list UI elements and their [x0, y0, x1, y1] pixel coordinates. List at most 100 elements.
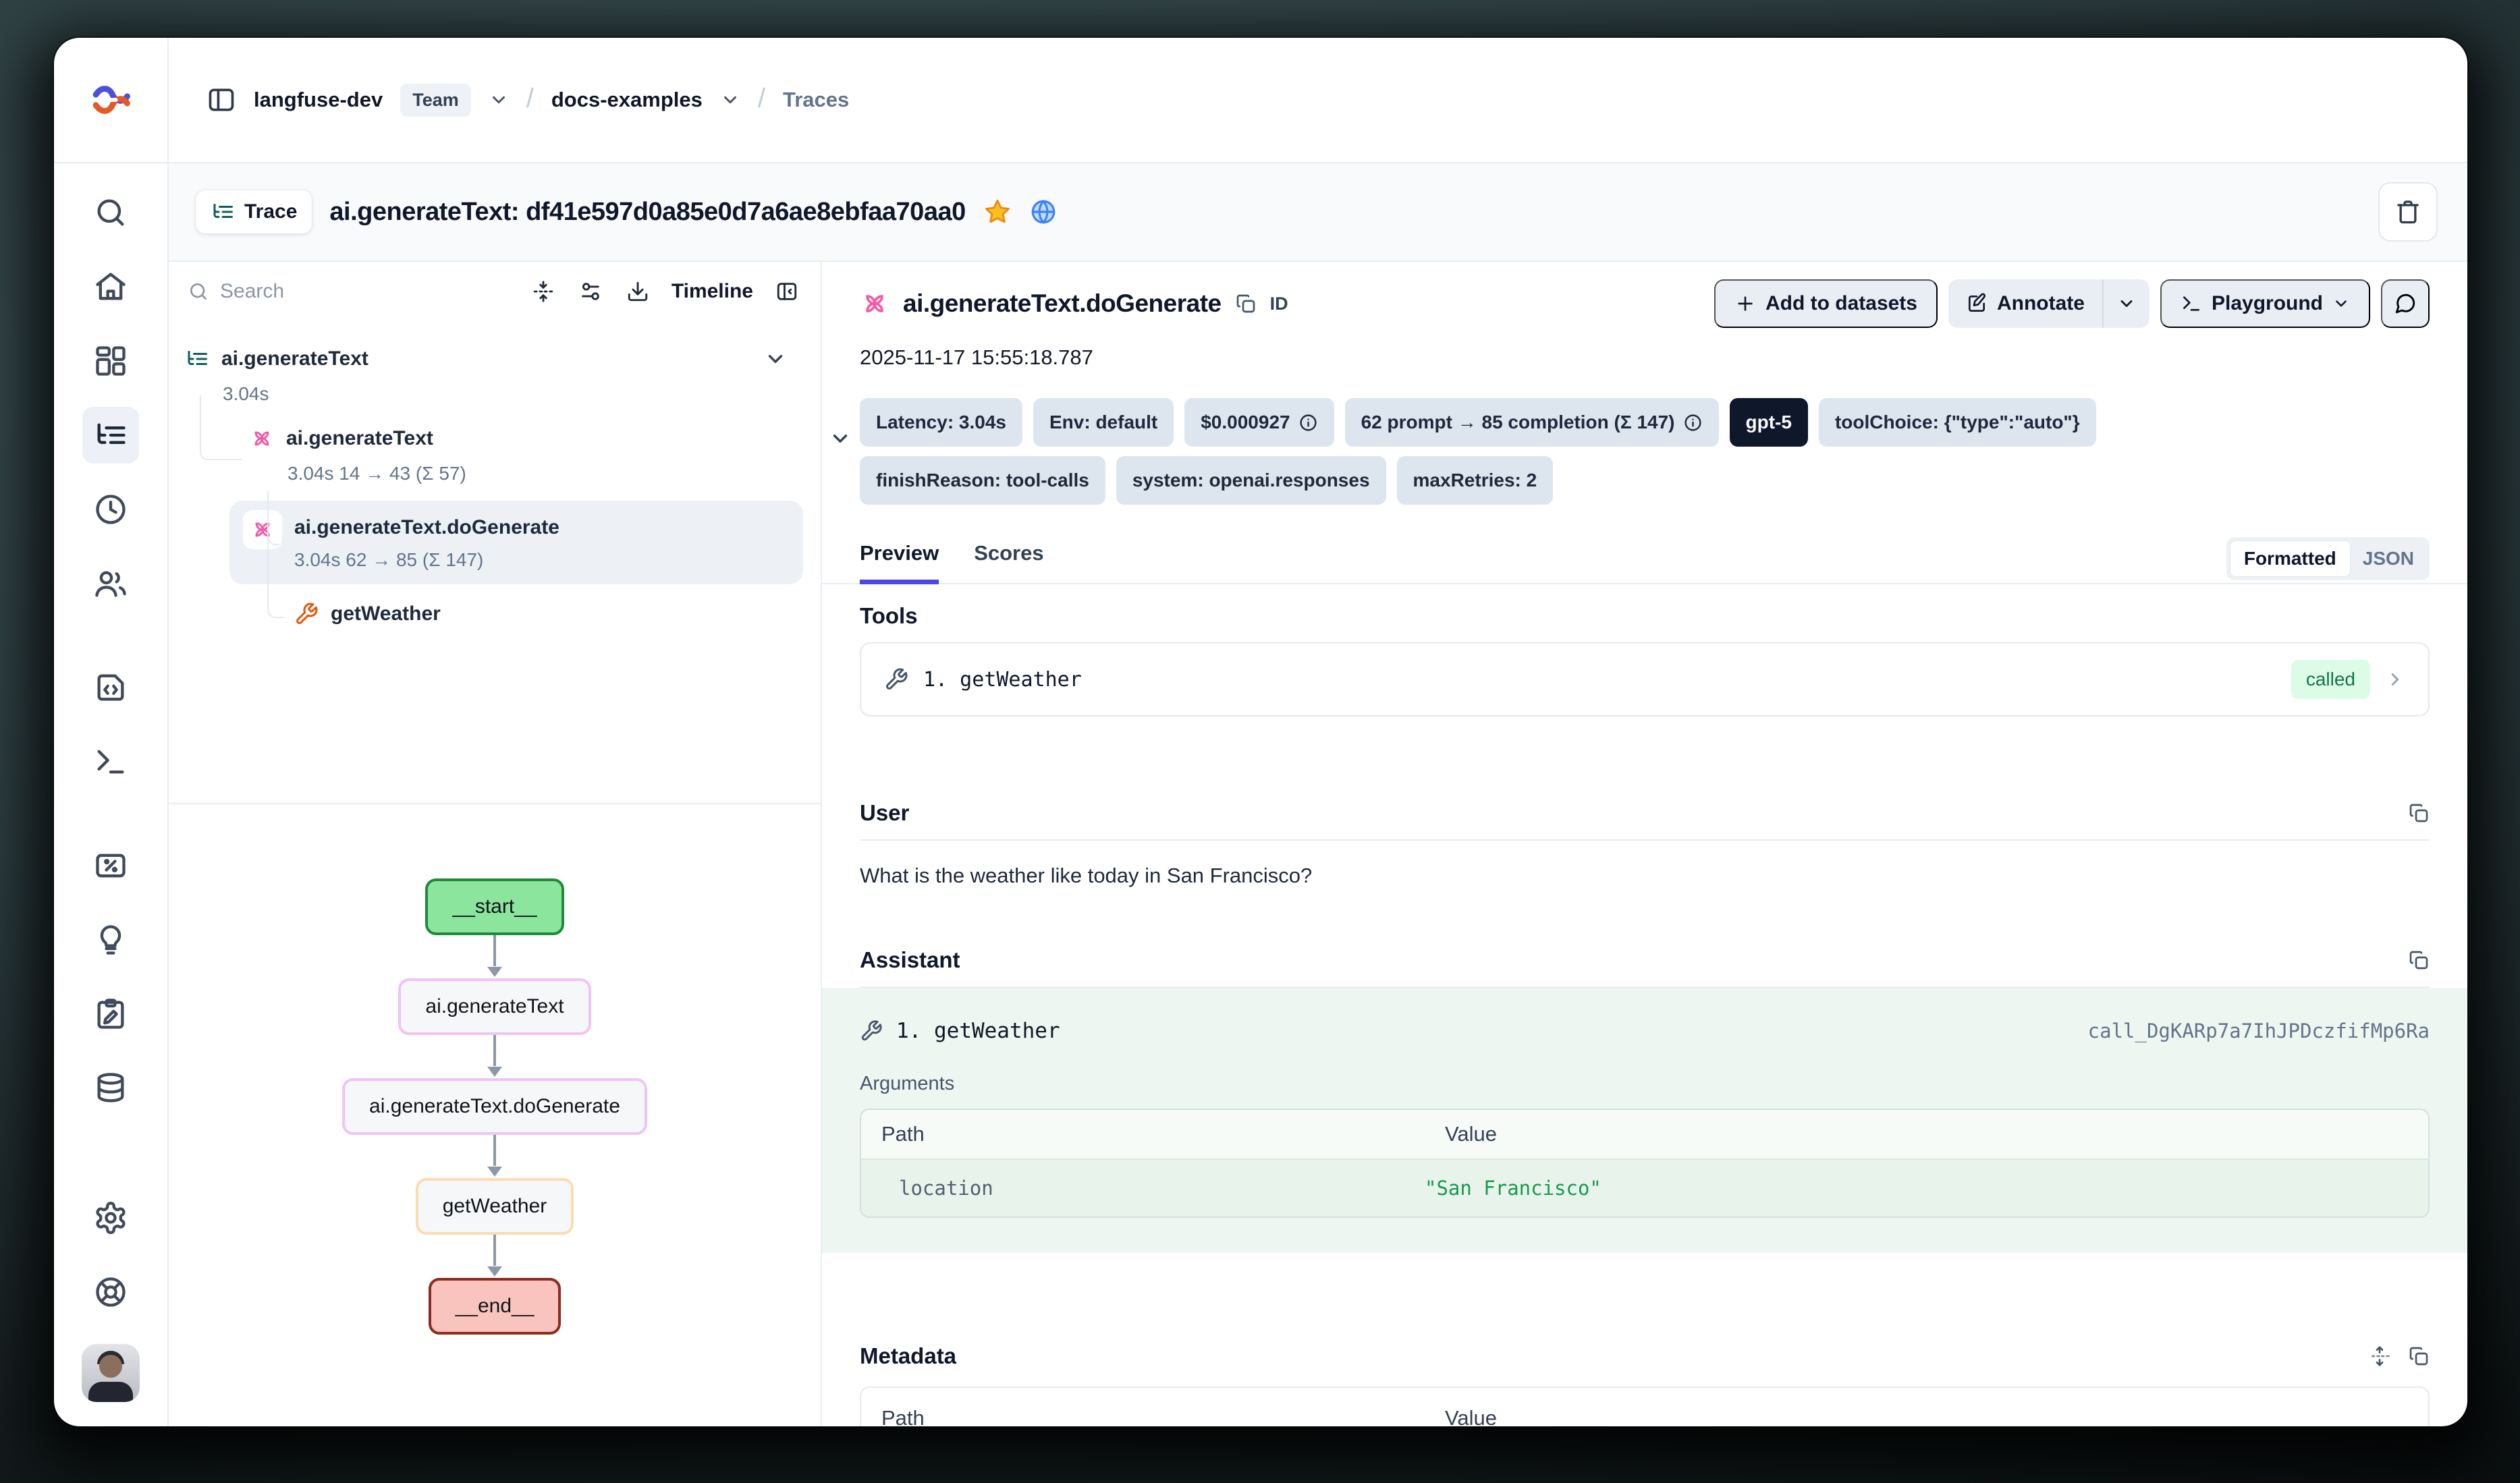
observation-badges-row2: finishReason: tool-calls system: openai.…: [860, 456, 2430, 505]
collapse-panel-button[interactable]: [773, 278, 800, 305]
generation-icon: [860, 289, 889, 318]
annotation-queues-icon[interactable]: [82, 992, 139, 1036]
user-avatar[interactable]: [82, 1344, 140, 1402]
graph-node-start[interactable]: __start__: [425, 878, 564, 935]
tab-preview[interactable]: Preview: [860, 536, 939, 584]
add-to-datasets-label: Add to datasets: [1765, 292, 1917, 315]
copy-id-icon[interactable]: [1235, 293, 1257, 314]
id-label[interactable]: ID: [1270, 293, 1288, 314]
breadcrumb-page[interactable]: Traces: [783, 88, 849, 112]
user-heading: User: [860, 800, 909, 826]
copy-icon[interactable]: [2408, 949, 2430, 971]
project-chevron-icon[interactable]: [720, 90, 740, 110]
scores-icon[interactable]: [82, 843, 139, 888]
tab-scores[interactable]: Scores: [974, 536, 1043, 583]
arguments-table: Path Value location "San Francisco": [860, 1109, 2430, 1218]
tree-item-trace[interactable]: ai.generateText: [185, 340, 804, 378]
datasets-icon[interactable]: [82, 1066, 139, 1111]
graph-node-generatetext[interactable]: ai.generateText: [398, 978, 591, 1035]
tool-called-badge: called: [2291, 660, 2370, 699]
download-button[interactable]: [624, 278, 651, 305]
graph-edge-arrow: [485, 1235, 505, 1278]
tool-name: 1. getWeather: [923, 668, 1082, 692]
breadcrumb-org[interactable]: langfuse-dev: [254, 88, 383, 112]
observation-detail-panel: ai.generateText.doGenerate ID Add to dat…: [822, 262, 2467, 1426]
cost-badge[interactable]: $0.000927: [1184, 398, 1334, 447]
format-toggle: Formatted JSON: [2226, 537, 2430, 580]
graph-edge-arrow: [485, 1135, 505, 1178]
model-badge[interactable]: gpt-5: [1730, 398, 1808, 447]
user-message: What is the weather like today in San Fr…: [860, 864, 2430, 888]
comments-button[interactable]: [2381, 279, 2430, 328]
tree-item-dogenerate-selected[interactable]: ai.generateText.doGenerate 3.04s 62 → 85…: [229, 501, 803, 584]
tree-search-input[interactable]: Search: [188, 280, 510, 303]
org-chevron-icon[interactable]: [489, 90, 509, 110]
home-icon[interactable]: [82, 264, 139, 309]
chevron-right-icon[interactable]: [2385, 669, 2405, 690]
annotate-button[interactable]: Annotate: [1948, 279, 2102, 328]
sessions-icon[interactable]: [82, 487, 139, 532]
timeline-toggle[interactable]: Timeline: [672, 280, 753, 303]
delete-trace-button[interactable]: [2378, 182, 2438, 242]
playground-label: Playground: [2212, 292, 2323, 315]
toggle-json[interactable]: JSON: [2351, 548, 2426, 569]
trace-tree: ai.generateText 3.04s ai.generateText 3.…: [169, 321, 821, 803]
arguments-table-header: Path Value: [861, 1110, 2428, 1158]
metadata-heading: Metadata: [860, 1343, 956, 1369]
playground-button[interactable]: Playground: [2160, 279, 2370, 328]
trace-type-chip: Trace: [196, 190, 312, 233]
view-settings-button[interactable]: [577, 278, 604, 305]
tool-definition-row[interactable]: 1. getWeather called: [860, 642, 2430, 717]
tool-call-name: 1. getWeather: [896, 1019, 1060, 1043]
copy-icon[interactable]: [2408, 802, 2430, 824]
settings-icon[interactable]: [82, 1196, 139, 1240]
detail-tabs: Preview Scores Formatted JSON: [822, 536, 2467, 584]
annotate-dropdown[interactable]: [2102, 279, 2149, 328]
tool-wrench-icon: [294, 602, 319, 626]
edit-square-icon: [1966, 293, 1988, 314]
search-icon: [188, 281, 209, 302]
toggle-formatted[interactable]: Formatted: [2230, 540, 2351, 577]
org-plan-badge: Team: [400, 84, 471, 117]
argument-path: location: [861, 1177, 1425, 1200]
expand-vertical-icon[interactable]: [2369, 1345, 2390, 1367]
playground-icon[interactable]: [82, 739, 139, 784]
evaluators-icon[interactable]: [82, 918, 139, 962]
tool-wrench-icon: [860, 1019, 883, 1042]
tree-item-generation[interactable]: ai.generateText: [250, 420, 804, 457]
info-icon: [1683, 413, 1703, 432]
search-icon[interactable]: [82, 190, 139, 235]
icon-rail: [54, 38, 169, 1426]
public-globe-icon[interactable]: [1029, 198, 1058, 226]
argument-value: "San Francisco": [1425, 1177, 2428, 1200]
graph-node-getweather[interactable]: getWeather: [416, 1178, 574, 1235]
trace-chip-label: Trace: [244, 200, 297, 223]
tracing-icon[interactable]: [82, 407, 139, 464]
chevron-down-icon: [2332, 295, 2350, 312]
dashboards-icon[interactable]: [82, 339, 139, 383]
bookmark-star-icon[interactable]: [983, 198, 1012, 226]
info-icon: [1298, 413, 1318, 432]
download-icon: [626, 280, 649, 303]
terminal-icon: [2181, 293, 2202, 314]
users-icon[interactable]: [82, 561, 139, 606]
sidebar-toggle-icon[interactable]: [207, 85, 236, 115]
graph-edge-arrow: [485, 935, 505, 978]
chevron-down-icon[interactable]: [764, 347, 787, 370]
search-placeholder: Search: [220, 280, 284, 303]
breadcrumb-project[interactable]: docs-examples: [551, 88, 703, 112]
collapse-all-button[interactable]: [530, 278, 557, 305]
toolchoice-badge: toolChoice: {"type":"auto"}: [1819, 398, 2096, 447]
add-to-datasets-button[interactable]: Add to datasets: [1714, 279, 1938, 328]
tree-item-label: getWeather: [331, 603, 441, 625]
support-icon[interactable]: [82, 1270, 139, 1314]
generation-icon: [250, 426, 274, 451]
copy-icon[interactable]: [2408, 1345, 2430, 1367]
finishreason-badge: finishReason: tool-calls: [860, 456, 1105, 505]
graph-node-dogenerate[interactable]: ai.generateText.doGenerate: [342, 1078, 647, 1135]
graph-node-end[interactable]: __end__: [429, 1278, 561, 1335]
trace-graph: __start__ ai.generateText ai.generateTex…: [169, 803, 821, 1426]
prompts-icon[interactable]: [82, 665, 139, 710]
tokens-badge[interactable]: 62 prompt → 85 completion (Σ 147): [1345, 398, 1719, 447]
tree-item-getweather[interactable]: getWeather: [294, 595, 804, 633]
